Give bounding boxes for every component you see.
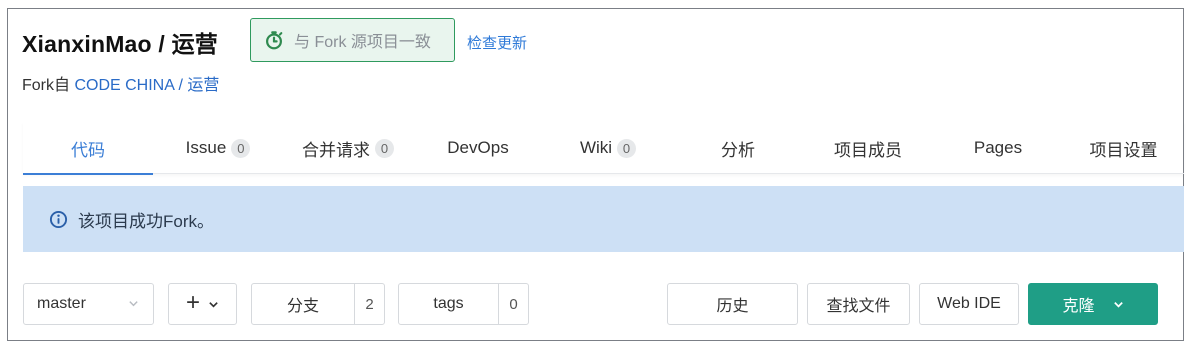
- repo-title[interactable]: XianxinMao / 运营: [22, 25, 218, 59]
- branches-label: 分支: [286, 298, 319, 315]
- web-ide-button[interactable]: Web IDE: [919, 283, 1019, 325]
- chevron-down-icon: [1113, 301, 1123, 308]
- alert-message: 该项目成功Fork。: [78, 211, 214, 231]
- sync-status-text: 与 Fork 源项目一致: [294, 34, 431, 51]
- chevron-down-icon: [129, 301, 138, 307]
- tab-devops[interactable]: DevOps: [413, 122, 543, 174]
- tab-label: Wiki: [579, 138, 613, 157]
- tab-settings[interactable]: 项目设置: [1063, 122, 1184, 174]
- tab-merge-requests[interactable]: 合并请求 0: [283, 122, 413, 174]
- forked-from: Fork自 CODE CHINA / 运营: [22, 71, 219, 95]
- tab-label: 项目设置: [1089, 140, 1158, 160]
- tab-count-badge: 0: [375, 138, 394, 158]
- branch-value: master: [37, 295, 86, 312]
- tags-button[interactable]: tags 0: [398, 283, 529, 325]
- stopwatch-icon: [266, 31, 283, 50]
- tab-label: 合并请求: [302, 140, 370, 160]
- tab-label: 项目成员: [834, 140, 902, 160]
- forked-source-link[interactable]: CODE CHINA / 运营: [74, 77, 219, 94]
- info-icon: [49, 210, 68, 228]
- fork-success-alert: 该项目成功Fork。: [23, 186, 1184, 252]
- project-tabs: 代码 Issue 0 合并请求 0 DevOps Wiki 0 分析 项目成员 …: [23, 122, 1184, 175]
- fork-sync-badge[interactable]: 与 Fork 源项目一致: [250, 18, 455, 62]
- branch-select[interactable]: master: [23, 283, 154, 325]
- history-button[interactable]: 历史: [667, 283, 798, 325]
- chevron-down-icon: [209, 301, 218, 308]
- tab-label: Issue: [185, 138, 227, 157]
- tab-code[interactable]: 代码: [23, 122, 153, 175]
- tab-pages[interactable]: Pages: [933, 122, 1063, 174]
- add-dropdown-button[interactable]: +: [168, 283, 237, 325]
- tab-wiki[interactable]: Wiki 0: [543, 122, 673, 174]
- tab-label: 分析: [721, 140, 755, 160]
- project-panel: XianxinMao / 运营 与 Fork 源项目一致 检查更新 Fork自 …: [7, 8, 1184, 341]
- check-update-link[interactable]: 检查更新: [467, 32, 527, 53]
- forked-prefix: Fork自: [22, 77, 75, 94]
- tab-issue[interactable]: Issue 0: [153, 122, 283, 174]
- tags-label: tags: [433, 295, 464, 312]
- clone-label: 克隆: [1062, 298, 1095, 315]
- branches-button[interactable]: 分支 2: [251, 283, 385, 325]
- tab-analytics[interactable]: 分析: [673, 122, 803, 174]
- find-file-button[interactable]: 查找文件: [807, 283, 910, 325]
- tab-count-badge: 0: [231, 138, 251, 158]
- tab-count-badge: 0: [617, 138, 637, 158]
- tags-count: 0: [498, 284, 528, 324]
- branches-count: 2: [354, 284, 384, 324]
- plus-icon: +: [185, 289, 200, 316]
- tab-label: DevOps: [447, 138, 509, 157]
- tab-label: 代码: [71, 140, 105, 160]
- tab-members[interactable]: 项目成员: [803, 122, 933, 174]
- clone-button[interactable]: 克隆: [1028, 283, 1158, 325]
- tab-label: Pages: [973, 138, 1023, 157]
